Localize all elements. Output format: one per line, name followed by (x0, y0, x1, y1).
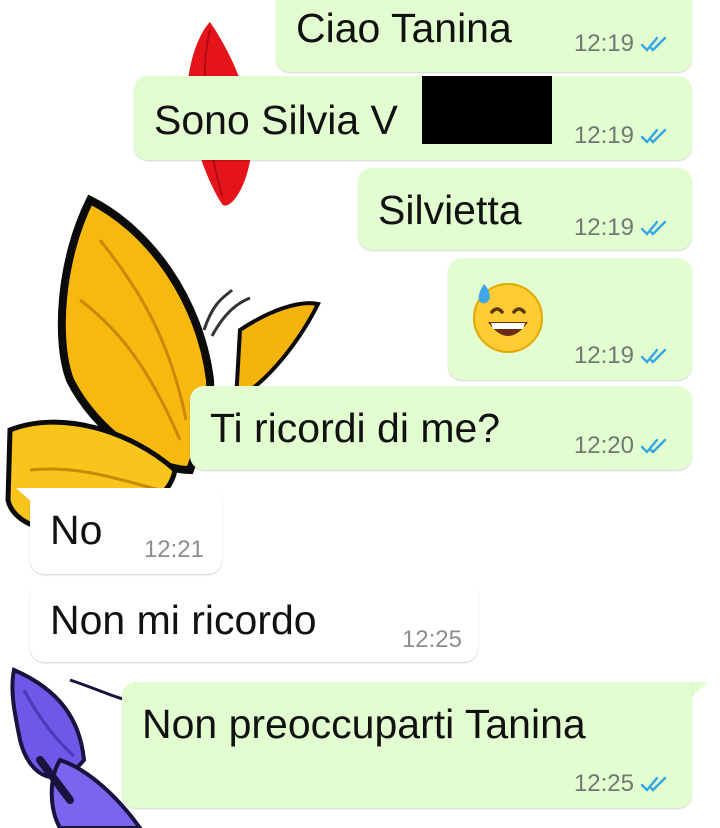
message-outgoing[interactable]: Non preoccuparti Tanina 12:25 (122, 682, 692, 808)
message-incoming[interactable]: No 12:21 (30, 488, 222, 574)
grinning-face-with-sweat-icon (473, 283, 543, 353)
message-time: 12:25 (401, 626, 462, 653)
message-outgoing[interactable]: Ti ricordi di me? 12:20 (190, 386, 692, 470)
yellow-butterfly-icon (5, 194, 321, 534)
message-time: 12:19 (573, 122, 634, 149)
double-check-icon (640, 438, 667, 454)
message-text: Non preoccuparti Tanina (142, 701, 586, 747)
message-text: Non mi ricordo (50, 597, 317, 643)
bubble-tail (16, 488, 36, 506)
double-check-icon (640, 220, 667, 236)
message-text: Ti ricordi di me? (210, 405, 501, 451)
message-outgoing[interactable]: 12:19 (448, 258, 692, 380)
message-time: 12:20 (573, 432, 634, 459)
double-check-icon (640, 128, 667, 144)
message-incoming[interactable]: Non mi ricordo 12:25 (30, 580, 478, 662)
double-check-icon (640, 776, 667, 792)
message-meta: 12:19 (574, 124, 670, 148)
message-outgoing[interactable]: Silvietta 12:19 (358, 168, 692, 250)
message-text: Ciao Tanina (296, 5, 512, 51)
message-time: 12:19 (573, 342, 634, 369)
double-check-icon (640, 348, 667, 364)
message-time: 12:25 (573, 770, 634, 797)
redaction-box (422, 76, 552, 144)
message-meta: 12:19 (574, 32, 670, 56)
purple-butterfly-icon (10, 667, 143, 828)
message-meta: 12:21 (144, 538, 204, 562)
message-meta: 12:19 (574, 216, 670, 240)
message-text: No (50, 507, 103, 553)
message-outgoing[interactable]: Sono Silvia V 12:19 (134, 76, 692, 160)
message-time: 12:19 (573, 214, 634, 241)
message-meta: 12:25 (574, 772, 670, 796)
message-text: Sono Silvia V (154, 97, 398, 143)
message-outgoing[interactable]: Ciao Tanina 12:19 (276, 0, 692, 72)
message-meta: 12:20 (574, 434, 670, 458)
message-meta: 12:19 (574, 344, 670, 368)
message-time: 12:19 (573, 30, 634, 57)
message-text: Silvietta (378, 187, 522, 233)
double-check-icon (640, 36, 667, 52)
message-time: 12:21 (143, 536, 204, 563)
message-meta: 12:25 (402, 628, 462, 652)
